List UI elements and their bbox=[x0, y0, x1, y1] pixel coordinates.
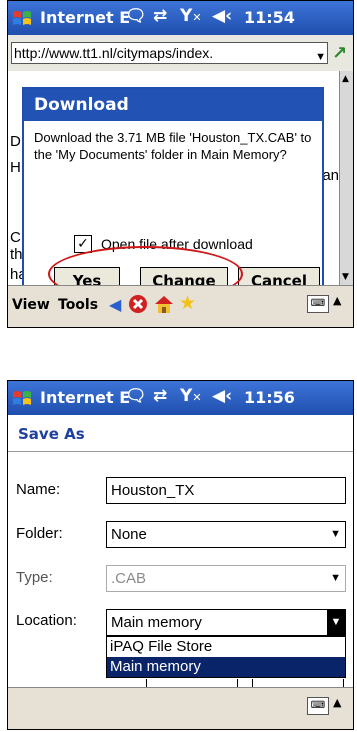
sip-arrow-icon[interactable]: ▲ bbox=[333, 696, 341, 709]
no-signal-icon[interactable]: Y✕ bbox=[180, 386, 202, 406]
app-title: Internet E bbox=[40, 388, 131, 407]
chevron-down-icon[interactable]: ▼ bbox=[315, 47, 326, 63]
chevron-down-icon[interactable]: ▼ bbox=[330, 522, 341, 547]
sip-arrow-icon[interactable]: ▲ bbox=[333, 294, 341, 307]
download-screen: Internet E 🗨 ⇄ Y✕ ◀‹ 11:54 http://www.tt… bbox=[7, 0, 354, 328]
location-label: Location: bbox=[16, 612, 77, 629]
keyboard-icon[interactable]: ⌨ bbox=[307, 697, 329, 715]
speaker-icon[interactable]: ◀‹ bbox=[212, 6, 232, 26]
location-dropdown-list: iPAQ File Store Main memory bbox=[106, 636, 346, 678]
go-arrow-icon[interactable]: ↗ bbox=[332, 43, 347, 64]
location-select[interactable]: Main memory ▼ bbox=[106, 609, 346, 636]
scroll-up-icon[interactable]: ▲ bbox=[342, 74, 349, 84]
app-title: Internet E bbox=[40, 8, 131, 27]
name-label: Name: bbox=[16, 481, 61, 498]
page-text-fragment: C bbox=[10, 229, 21, 246]
scroll-down-icon[interactable]: ▼ bbox=[342, 272, 349, 282]
url-input[interactable]: http://www.tt1.nl/citymaps/index. ▼ bbox=[11, 42, 328, 64]
windows-flag-icon[interactable] bbox=[11, 7, 33, 29]
back-arrow-icon[interactable]: ◀ bbox=[109, 295, 121, 314]
chevron-down-icon: ▼ bbox=[330, 572, 341, 584]
menu-bar: View Tools ◀ ★ ⌨ ▲ bbox=[8, 285, 353, 327]
folder-select[interactable]: None ▼ bbox=[106, 521, 346, 548]
location-option-selected[interactable]: Main memory bbox=[107, 657, 345, 677]
folder-value: None bbox=[111, 526, 147, 543]
page-text-fragment: H bbox=[10, 159, 21, 176]
vertical-scrollbar[interactable]: ▲ ▼ bbox=[339, 71, 353, 285]
chat-bubble-icon[interactable]: 🗨 bbox=[125, 6, 147, 26]
home-icon[interactable] bbox=[153, 293, 175, 319]
chevron-down-icon[interactable]: ▼ bbox=[327, 610, 345, 635]
sync-arrows-icon[interactable]: ⇄ bbox=[153, 386, 167, 406]
page-text-fragment: D bbox=[10, 133, 21, 150]
save-as-screen: Internet E 🗨 ⇄ Y✕ ◀‹ 11:56 Save As Name:… bbox=[7, 380, 354, 730]
folder-label: Folder: bbox=[16, 525, 63, 542]
type-value: .CAB bbox=[111, 570, 147, 587]
type-select: .CAB ▼ bbox=[106, 565, 346, 592]
clock[interactable]: 11:56 bbox=[244, 388, 295, 407]
page-text-fragment: th bbox=[10, 246, 23, 263]
menu-bar: ⌨ ▲ bbox=[8, 687, 353, 729]
speaker-icon[interactable]: ◀‹ bbox=[212, 386, 232, 406]
no-signal-icon[interactable]: Y✕ bbox=[180, 6, 202, 26]
favorites-star-icon[interactable]: ★ bbox=[179, 292, 196, 314]
page-title: Save As bbox=[18, 425, 85, 443]
keyboard-icon[interactable]: ⌨ bbox=[307, 295, 329, 313]
address-bar: http://www.tt1.nl/citymaps/index. ▼ ↗ bbox=[8, 35, 353, 71]
title-bar: Internet E 🗨 ⇄ Y✕ ◀‹ 11:56 bbox=[8, 381, 353, 415]
stop-icon[interactable] bbox=[128, 294, 148, 318]
type-label: Type: bbox=[16, 569, 53, 586]
location-option[interactable]: iPAQ File Store bbox=[107, 637, 345, 657]
chat-bubble-icon[interactable]: 🗨 bbox=[125, 386, 147, 406]
view-menu[interactable]: View bbox=[12, 297, 50, 313]
tools-menu[interactable]: Tools bbox=[58, 297, 98, 313]
name-field[interactable]: Houston_TX bbox=[106, 477, 346, 504]
dialog-title: Download bbox=[24, 89, 322, 121]
sync-arrows-icon[interactable]: ⇄ bbox=[153, 6, 167, 26]
title-bar: Internet E 🗨 ⇄ Y✕ ◀‹ 11:54 bbox=[8, 1, 353, 35]
windows-flag-icon[interactable] bbox=[11, 387, 33, 409]
url-text: http://www.tt1.nl/citymaps/index. bbox=[14, 45, 214, 61]
dialog-message: Download the 3.71 MB file 'Houston_TX.CA… bbox=[34, 130, 312, 162]
name-value: Houston_TX bbox=[111, 482, 195, 499]
clock[interactable]: 11:54 bbox=[244, 8, 295, 27]
location-value: Main memory bbox=[111, 614, 202, 631]
divider bbox=[8, 451, 353, 452]
